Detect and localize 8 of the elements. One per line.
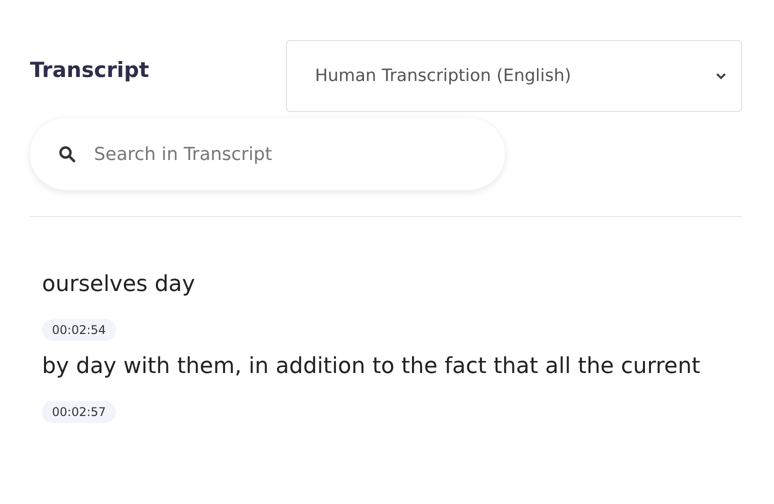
timestamp[interactable]: 00:02:57 — [42, 401, 116, 423]
transcript-text: ourselves day — [42, 271, 196, 299]
chevron-down-icon — [715, 72, 727, 80]
search-field[interactable]: Search in Transcript — [30, 118, 505, 190]
transcript-text: by day with them, in addition to the fact that all the current — [42, 353, 702, 381]
timestamp[interactable]: 00:02:54 — [42, 319, 116, 341]
transcription-dropdown[interactable]: Human Transcription (English) — [286, 40, 742, 112]
panel-title: Transcript — [30, 58, 150, 82]
